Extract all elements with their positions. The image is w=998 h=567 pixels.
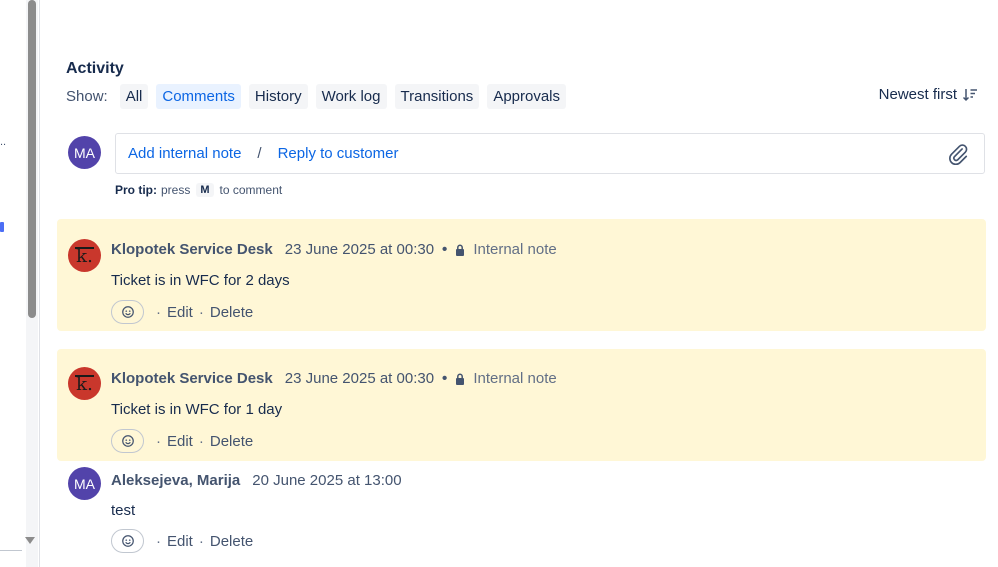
emoji-add-icon: [121, 306, 134, 318]
activity-heading: Activity: [66, 60, 124, 77]
service-desk-avatar: k.: [68, 367, 101, 400]
left-panel-marker: [0, 222, 4, 232]
comment-composer[interactable]: Add internal note / Reply to customer: [115, 133, 985, 174]
add-reaction-button[interactable]: [111, 300, 144, 324]
comment-card: MA Aleksejeva, Marija 20 June 2025 at 13…: [57, 461, 986, 567]
comment-body: Ticket is in WFC for 1 day: [111, 401, 283, 418]
comment-actions: · Edit · Delete: [111, 300, 253, 324]
comment-date[interactable]: 23 June 2025 at 00:30: [285, 370, 434, 387]
comment-body: Ticket is in WFC for 2 days: [111, 272, 290, 289]
filter-all[interactable]: All: [119, 83, 149, 109]
comment-body: test: [111, 502, 136, 519]
filter-history[interactable]: History: [248, 83, 308, 109]
filter-approvals[interactable]: Approvals: [487, 83, 567, 109]
sort-label: Newest first: [878, 86, 957, 103]
lock-icon: [456, 373, 465, 385]
service-desk-avatar: k.: [68, 239, 101, 272]
comment-author[interactable]: Klopotek Service Desk: [111, 370, 273, 387]
activity-filters: Show: All Comments History Work log Tran…: [66, 83, 574, 109]
header-dot: •: [442, 241, 448, 258]
shortcut-key: M: [196, 183, 214, 197]
comment-header: Aleksejeva, Marija 20 June 2025 at 13:00: [111, 472, 410, 489]
comment-card: k. Klopotek Service Desk 23 June 2025 at…: [57, 349, 986, 461]
comment-actions: · Edit · Delete: [111, 429, 253, 453]
left-panel-divider: [0, 550, 22, 551]
pro-tip-suffix: to comment: [219, 183, 283, 197]
add-reaction-button[interactable]: [111, 429, 144, 453]
filter-work-log[interactable]: Work log: [315, 83, 387, 109]
comment-card: k. Klopotek Service Desk 23 June 2025 at…: [57, 219, 986, 331]
internal-note-label: Internal note: [473, 370, 557, 387]
author-avatar: MA: [68, 467, 101, 500]
show-label: Show:: [66, 87, 108, 105]
delete-comment-link[interactable]: Delete: [210, 533, 253, 550]
paperclip-icon[interactable]: [947, 143, 969, 165]
edit-comment-link[interactable]: Edit: [167, 304, 193, 321]
current-user-avatar: MA: [68, 136, 101, 169]
add-reaction-button[interactable]: [111, 529, 144, 553]
add-internal-note-button[interactable]: Add internal note: [128, 145, 241, 162]
filter-comments[interactable]: Comments: [156, 83, 241, 109]
lock-icon: [456, 244, 465, 256]
edit-comment-link[interactable]: Edit: [167, 433, 193, 450]
pro-tip-label: Pro tip:: [115, 183, 157, 197]
comment-author[interactable]: Aleksejeva, Marija: [111, 472, 240, 489]
left-panel-ellipsis: ..: [0, 136, 7, 148]
emoji-add-icon: [121, 535, 134, 547]
comment-header: Klopotek Service Desk 23 June 2025 at 00…: [111, 241, 557, 258]
header-dot: •: [442, 370, 448, 387]
delete-comment-link[interactable]: Delete: [210, 304, 253, 321]
scrollbar-thumb[interactable]: [28, 0, 36, 318]
delete-comment-link[interactable]: Delete: [210, 433, 253, 450]
composer-separator: /: [257, 145, 262, 162]
reply-to-customer-button[interactable]: Reply to customer: [278, 145, 399, 162]
filter-transitions[interactable]: Transitions: [394, 83, 480, 109]
edit-comment-link[interactable]: Edit: [167, 533, 193, 550]
comment-header: Klopotek Service Desk 23 June 2025 at 00…: [111, 370, 557, 387]
sort-order-button[interactable]: Newest first: [879, 86, 978, 103]
pro-tip-press: press: [161, 183, 191, 197]
comment-author[interactable]: Klopotek Service Desk: [111, 241, 273, 258]
emoji-add-icon: [121, 435, 134, 447]
scroll-down-arrow-icon[interactable]: [25, 537, 35, 544]
sort-descending-icon: [962, 88, 977, 101]
pro-tip: Pro tip: press M to comment: [115, 183, 282, 197]
comment-date[interactable]: 23 June 2025 at 00:30: [285, 241, 434, 258]
comment-actions: · Edit · Delete: [111, 529, 253, 553]
internal-note-label: Internal note: [473, 241, 557, 258]
comment-date[interactable]: 20 June 2025 at 13:00: [252, 472, 401, 489]
